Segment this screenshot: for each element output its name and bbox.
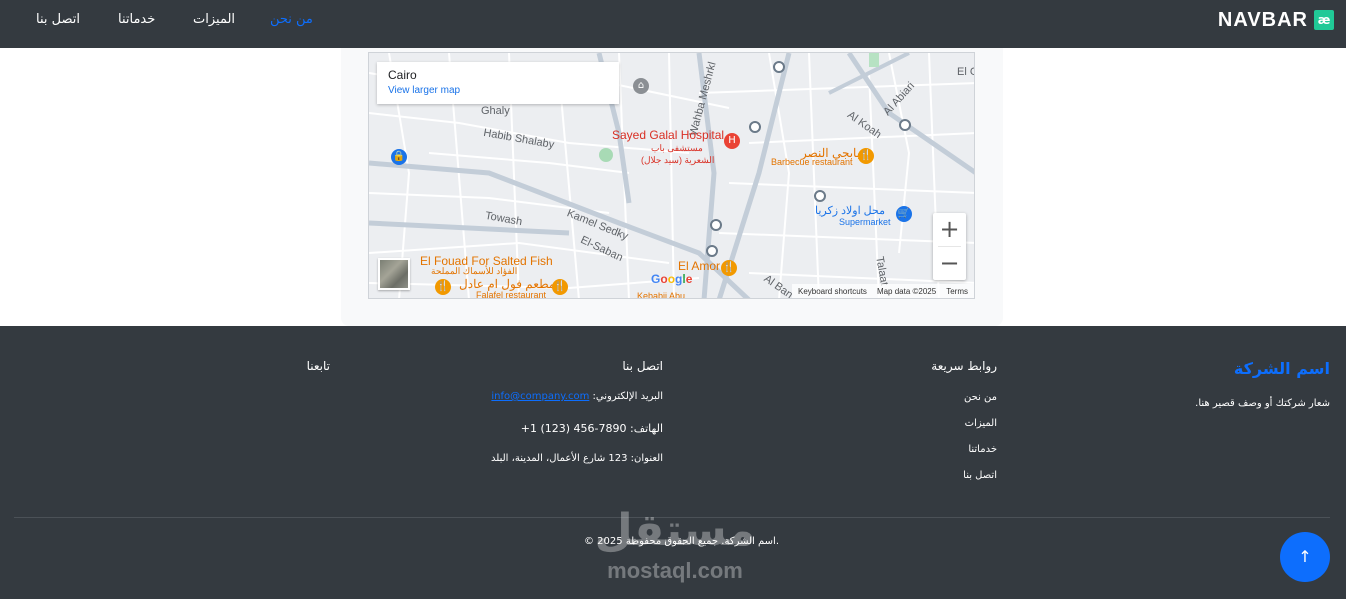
bus-stop-icon: [773, 61, 785, 73]
map-label-street: El Gei: [957, 66, 974, 78]
zoom-controls: + −: [933, 213, 966, 280]
map-label-poi: Barbecue restaurant: [771, 157, 853, 167]
navbar: NAVBAR æ من نحن الميزات خدماتنا اتصل بنا: [0, 0, 1346, 48]
keyboard-shortcuts-link[interactable]: Keyboard shortcuts: [798, 287, 867, 296]
map-label-poi: Sayed Galal Hospital: [612, 128, 725, 142]
footer-email: البريد الإلكتروني: info@company.com: [491, 391, 663, 402]
bus-stop-icon: [749, 121, 761, 133]
shop-pin-icon[interactable]: 🔒: [391, 149, 407, 165]
brand-logo-icon: æ: [1314, 10, 1334, 30]
footer-link-contact[interactable]: اتصل بنا: [963, 470, 997, 481]
footer-link-about[interactable]: من نحن: [964, 392, 997, 403]
nav-link-contact[interactable]: اتصل بنا: [36, 12, 80, 27]
terms-link[interactable]: Terms: [946, 287, 968, 296]
map-label-poi: محل اولاد زكريا: [815, 205, 886, 217]
footer-follow-title: تابعنا: [306, 359, 330, 373]
bus-stop-icon: [814, 190, 826, 202]
navbar-brand[interactable]: NAVBAR æ: [1218, 7, 1334, 33]
map-label-poi: Falafel restaurant: [476, 290, 547, 299]
restaurant-pin-icon[interactable]: 🍴: [552, 279, 568, 295]
footer: اسم الشركة شعار شركتك أو وصف قصير هنا. ر…: [0, 326, 1346, 599]
bus-stop-icon: [710, 219, 722, 231]
footer-company-name: اسم الشركة: [1233, 359, 1330, 378]
brand-text: NAVBAR: [1217, 8, 1308, 31]
phone-value: +1 (123) 456-7890: [520, 422, 627, 435]
map-info-box: Cairo View larger map: [377, 62, 619, 104]
footer-copyright: © 2025 اسم الشركة. جميع الحقوق محفوظة.: [584, 536, 780, 547]
view-larger-map-link[interactable]: View larger map: [388, 85, 608, 96]
zoom-in-button[interactable]: +: [933, 213, 966, 246]
nav-link-about[interactable]: من نحن: [270, 12, 313, 27]
landmark-pin-icon[interactable]: ⌂: [633, 78, 649, 94]
satellite-toggle-thumbnail[interactable]: [378, 258, 410, 290]
bus-stop-icon: [706, 245, 718, 257]
bus-stop-icon: [899, 119, 911, 131]
footer-divider: [14, 517, 1330, 518]
address-value: 123 شارع الأعمال، المدينة، البلد: [491, 453, 628, 464]
footer-address: العنوان: 123 شارع الأعمال، المدينة، البل…: [491, 453, 663, 464]
scroll-to-top-button[interactable]: ↑: [1280, 532, 1330, 582]
email-link[interactable]: info@company.com: [491, 391, 589, 402]
map-label-poi: مستشفى باب: [651, 143, 703, 153]
footer-link-services[interactable]: خدماتنا: [968, 444, 997, 455]
footer-tagline: شعار شركتك أو وصف قصير هنا.: [1195, 398, 1330, 409]
map-label-poi: Supermarket: [839, 217, 891, 227]
address-label: العنوان:: [630, 453, 663, 464]
nav-link-services[interactable]: خدماتنا: [118, 12, 155, 27]
watermark-english: mostaql.com: [607, 558, 743, 583]
map-label-street: Ghaly: [481, 105, 510, 117]
embedded-map[interactable]: Cairo View larger map El Gei Ghaly Habib…: [368, 52, 975, 299]
footer-contact-title: اتصل بنا: [622, 359, 663, 373]
restaurant-pin-icon[interactable]: 🍴: [721, 260, 737, 276]
map-location-title: Cairo: [388, 68, 417, 82]
nav-link-features[interactable]: الميزات: [193, 12, 235, 27]
map-label-poi: الشعرية (سيد جلال): [641, 155, 715, 165]
map-label-poi: El Amor: [678, 259, 721, 273]
zoom-out-button[interactable]: −: [933, 247, 966, 280]
map-label-poi: Kebabji Abu: [637, 291, 686, 299]
footer-quick-links-title: روابط سريعة: [931, 359, 997, 373]
email-label: البريد الإلكتروني:: [592, 391, 663, 402]
hospital-pin-icon[interactable]: H: [724, 133, 740, 149]
phone-label: الهاتف:: [630, 422, 663, 435]
google-logo: Google: [651, 272, 693, 286]
supermarket-pin-icon[interactable]: 🛒: [896, 206, 912, 222]
map-label-poi: مطعم فول ام عادل: [459, 277, 556, 291]
map-attribution: Keyboard shortcuts Map data ©2025 Terms: [792, 284, 974, 298]
restaurant-pin-icon[interactable]: 🍴: [435, 279, 451, 295]
footer-link-features[interactable]: الميزات: [965, 418, 997, 429]
map-label-poi: الفؤاد للأسماك المملحة: [431, 266, 518, 276]
map-data-text: Map data ©2025: [876, 286, 937, 296]
restaurant-pin-icon[interactable]: 🍴: [858, 148, 874, 164]
watermark-arabic: مستقل: [594, 505, 756, 556]
footer-phone: الهاتف: +1 (123) 456-7890: [521, 422, 663, 435]
